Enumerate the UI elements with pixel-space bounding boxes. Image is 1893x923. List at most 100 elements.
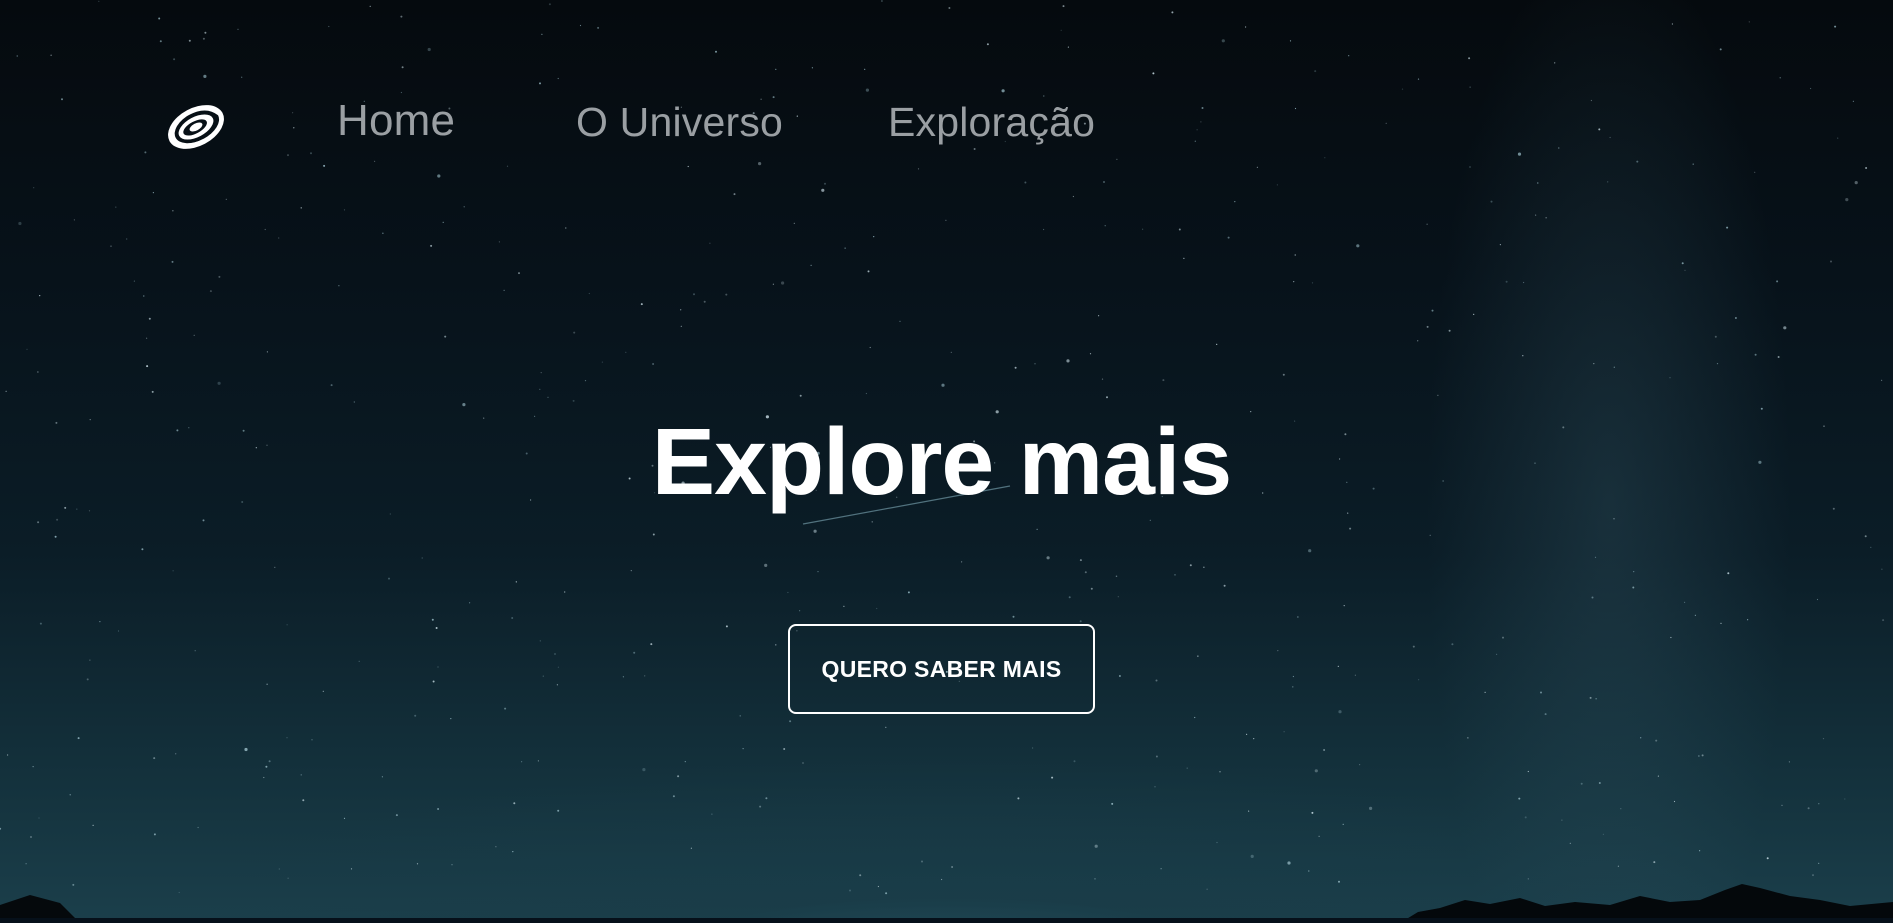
star — [302, 799, 305, 802]
star — [431, 618, 434, 621]
star — [1594, 556, 1597, 558]
star — [274, 566, 276, 569]
star — [1561, 819, 1563, 821]
star — [1090, 587, 1093, 590]
star — [1118, 675, 1121, 677]
star — [437, 808, 440, 810]
star — [92, 824, 94, 827]
spiral-galaxy-icon[interactable] — [163, 97, 229, 157]
star — [775, 644, 777, 646]
star — [1115, 575, 1117, 577]
star — [1194, 716, 1196, 719]
star — [1343, 605, 1345, 607]
star — [601, 361, 604, 363]
star — [1250, 854, 1254, 859]
star — [817, 571, 819, 573]
star — [1183, 257, 1185, 259]
star — [1473, 313, 1475, 315]
star — [117, 630, 120, 632]
star — [921, 860, 923, 863]
star — [512, 851, 514, 853]
star — [266, 351, 268, 353]
star — [672, 795, 675, 798]
star — [26, 348, 28, 350]
star — [1206, 888, 1208, 890]
star — [1701, 754, 1704, 757]
star — [1593, 363, 1595, 365]
star — [652, 363, 655, 365]
star — [7, 754, 9, 756]
star — [1816, 598, 1819, 601]
star — [1429, 534, 1431, 536]
star — [876, 607, 878, 610]
star — [1602, 833, 1604, 835]
star — [278, 868, 280, 870]
star — [871, 521, 873, 523]
star — [537, 760, 540, 762]
star — [799, 394, 802, 397]
star — [153, 833, 156, 836]
star — [1308, 549, 1312, 553]
star — [684, 761, 686, 763]
star — [588, 292, 590, 295]
star — [799, 610, 801, 612]
star — [1451, 643, 1454, 646]
star — [414, 714, 417, 717]
star — [110, 245, 112, 247]
star — [1864, 535, 1867, 538]
star — [1523, 281, 1525, 284]
star — [885, 726, 887, 728]
star — [640, 303, 643, 306]
star — [1595, 698, 1597, 700]
star — [266, 683, 268, 685]
star — [539, 388, 541, 390]
star — [1349, 527, 1352, 530]
star — [1282, 373, 1285, 376]
main-nav: Home O Universo Exploração — [0, 0, 1893, 245]
star — [1734, 317, 1737, 319]
star — [1223, 584, 1226, 587]
star — [330, 384, 333, 387]
star — [787, 591, 789, 594]
nav-link-exploracao[interactable]: Exploração — [888, 99, 1095, 146]
star — [693, 293, 695, 296]
star — [451, 864, 453, 866]
cta-button[interactable]: QUERO SABER MAIS — [788, 624, 1095, 714]
star — [148, 317, 151, 320]
star — [1727, 572, 1730, 575]
star — [30, 836, 32, 838]
star — [556, 684, 559, 686]
star — [504, 707, 507, 710]
star — [1720, 622, 1722, 625]
star — [1417, 340, 1419, 342]
star — [1684, 269, 1686, 271]
star — [1617, 865, 1619, 867]
star — [1014, 366, 1017, 369]
star — [1669, 377, 1671, 379]
star — [539, 640, 541, 642]
star — [287, 877, 289, 879]
star — [1467, 737, 1469, 739]
star — [89, 659, 91, 661]
star — [690, 847, 693, 849]
star — [1292, 675, 1294, 678]
star — [789, 720, 792, 723]
star — [1149, 519, 1151, 521]
star — [521, 761, 523, 763]
hero-headline: Explore mais — [651, 409, 1232, 515]
star — [1788, 761, 1790, 763]
star — [146, 337, 148, 339]
star — [1754, 353, 1757, 356]
star — [1017, 797, 1020, 800]
star — [1174, 574, 1176, 576]
star — [209, 290, 212, 293]
star — [1012, 615, 1015, 618]
star — [1369, 806, 1373, 811]
star — [1418, 679, 1420, 681]
star — [1338, 880, 1340, 883]
nav-link-o-universo[interactable]: O Universo — [576, 99, 783, 146]
star — [711, 813, 713, 815]
star — [630, 570, 632, 572]
nav-link-home[interactable]: Home — [337, 96, 455, 146]
star — [462, 403, 466, 407]
